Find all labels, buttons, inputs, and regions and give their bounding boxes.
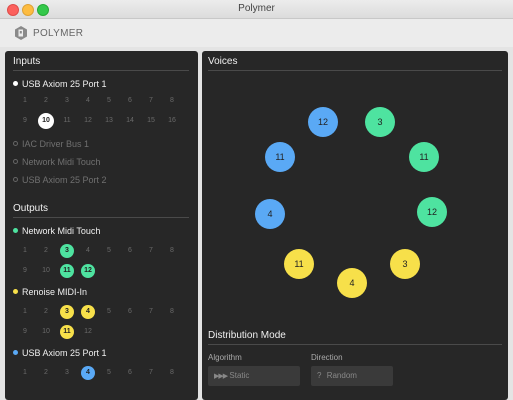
polymer-logo-icon [15, 26, 27, 40]
io-panel: Inputs USB Axiom 25 Port 1 1 2 3 4 5 6 7 8 9 10 11… [5, 51, 198, 400]
channel-button[interactable]: 5 [102, 94, 116, 108]
channel-button[interactable]: 6 [123, 305, 137, 319]
voice-circle[interactable]: 12 [308, 107, 338, 137]
channel-button[interactable]: 3 [60, 94, 74, 108]
inputs-title: Inputs [13, 56, 41, 67]
direction-label: Direction [311, 353, 343, 362]
voice-circle[interactable]: 11 [409, 142, 439, 172]
channel-button[interactable]: 8 [165, 305, 179, 319]
input-device-usb-axiom-port2[interactable]: USB Axiom 25 Port 2 [13, 175, 107, 185]
channel-button[interactable]: 8 [165, 366, 179, 380]
input-device-network-midi[interactable]: Network Midi Touch [13, 157, 100, 167]
outputs-divider [13, 217, 189, 218]
output-device-renoise[interactable]: Renoise MIDI-In [13, 287, 87, 297]
app-name: POLYMER [33, 28, 84, 39]
channel-button[interactable]: 6 [123, 244, 137, 258]
channel-button[interactable]: 4 [81, 366, 95, 380]
title-bar: Polymer [0, 0, 513, 19]
channel-button[interactable]: 7 [144, 366, 158, 380]
distribution-divider [208, 344, 502, 345]
output-dot-icon [13, 228, 18, 234]
channel-button[interactable]: 3 [60, 305, 74, 319]
channel-button[interactable]: 12 [81, 114, 95, 128]
outputs-title: Outputs [13, 203, 49, 214]
channel-button[interactable]: 1 [18, 94, 32, 108]
algorithm-label: Algorithm [208, 353, 242, 362]
channel-button[interactable]: 14 [123, 114, 137, 128]
channel-button[interactable]: 3 [60, 366, 74, 380]
channel-button[interactable]: 1 [18, 366, 32, 380]
channel-button[interactable]: 10 [39, 114, 53, 128]
channel-button[interactable]: 16 [165, 114, 179, 128]
channel-button[interactable]: 5 [102, 305, 116, 319]
voice-circle[interactable]: 11 [284, 249, 314, 279]
direction-select[interactable]: ? Random [311, 366, 393, 386]
channel-button[interactable]: 10 [39, 264, 53, 278]
channel-button[interactable]: 4 [81, 305, 95, 319]
channel-button[interactable]: 11 [60, 325, 74, 339]
channel-button[interactable]: 4 [81, 94, 95, 108]
channel-button[interactable]: 6 [123, 94, 137, 108]
input-device-iac-driver[interactable]: IAC Driver Bus 1 [13, 139, 89, 149]
channel-button[interactable]: 1 [18, 305, 32, 319]
channel-button[interactable]: 6 [123, 366, 137, 380]
output-device-network-midi[interactable]: Network Midi Touch [13, 226, 100, 236]
channel-button[interactable]: 8 [165, 244, 179, 258]
channel-button[interactable]: 1 [18, 244, 32, 258]
channel-button[interactable]: 11 [60, 264, 74, 278]
channel-button[interactable]: 2 [39, 366, 53, 380]
channel-button[interactable]: 2 [39, 244, 53, 258]
voice-circle[interactable]: 3 [390, 249, 420, 279]
channel-button[interactable]: 8 [165, 94, 179, 108]
inputs-divider [13, 70, 189, 71]
voice-circle[interactable]: 4 [337, 268, 367, 298]
channel-button[interactable]: 2 [39, 305, 53, 319]
voice-circle[interactable]: 3 [365, 107, 395, 137]
active-dot-icon [13, 81, 18, 87]
window-title: Polymer [238, 3, 275, 14]
output-device-usb-axiom[interactable]: USB Axiom 25 Port 1 [13, 348, 107, 358]
voice-circle[interactable]: 4 [255, 199, 285, 229]
inactive-dot-icon [13, 141, 18, 147]
inactive-dot-icon [13, 177, 18, 183]
channel-button[interactable]: 15 [144, 114, 158, 128]
channel-button[interactable]: 7 [144, 94, 158, 108]
arrows-icon: ▶▶▶ [214, 373, 228, 380]
app-window: Polymer POLYMER Inputs USB Axiom 25 Port… [0, 0, 513, 400]
question-icon: ? [317, 371, 322, 380]
channel-button[interactable]: 5 [102, 244, 116, 258]
channel-button[interactable]: 12 [81, 325, 95, 339]
voices-panel: Voices 12 3 11 12 3 4 11 4 11 Distribution Mode … [202, 51, 508, 400]
input-device-usb-axiom-port1[interactable]: USB Axiom 25 Port 1 [13, 79, 107, 89]
channel-button[interactable]: 7 [144, 244, 158, 258]
voices-divider [208, 70, 502, 71]
voices-title: Voices [208, 56, 238, 67]
channel-button[interactable]: 9 [18, 264, 32, 278]
channel-button[interactable]: 9 [18, 114, 32, 128]
algorithm-select[interactable]: ▶▶▶ Static [208, 366, 300, 386]
output-dot-icon [13, 289, 18, 295]
output-dot-icon [13, 350, 18, 356]
voice-circle[interactable]: 12 [417, 197, 447, 227]
voice-circle[interactable]: 11 [265, 142, 295, 172]
channel-button[interactable]: 10 [39, 325, 53, 339]
channel-button[interactable]: 4 [81, 244, 95, 258]
channel-button[interactable]: 12 [81, 264, 95, 278]
channel-button[interactable]: 13 [102, 114, 116, 128]
channel-button[interactable]: 5 [102, 366, 116, 380]
channel-button[interactable]: 9 [18, 325, 32, 339]
channel-button[interactable]: 11 [60, 114, 74, 128]
channel-button[interactable]: 2 [39, 94, 53, 108]
distribution-title: Distribution Mode [208, 330, 286, 341]
channel-button[interactable]: 7 [144, 305, 158, 319]
inactive-dot-icon [13, 159, 18, 165]
channel-button[interactable]: 3 [60, 244, 74, 258]
